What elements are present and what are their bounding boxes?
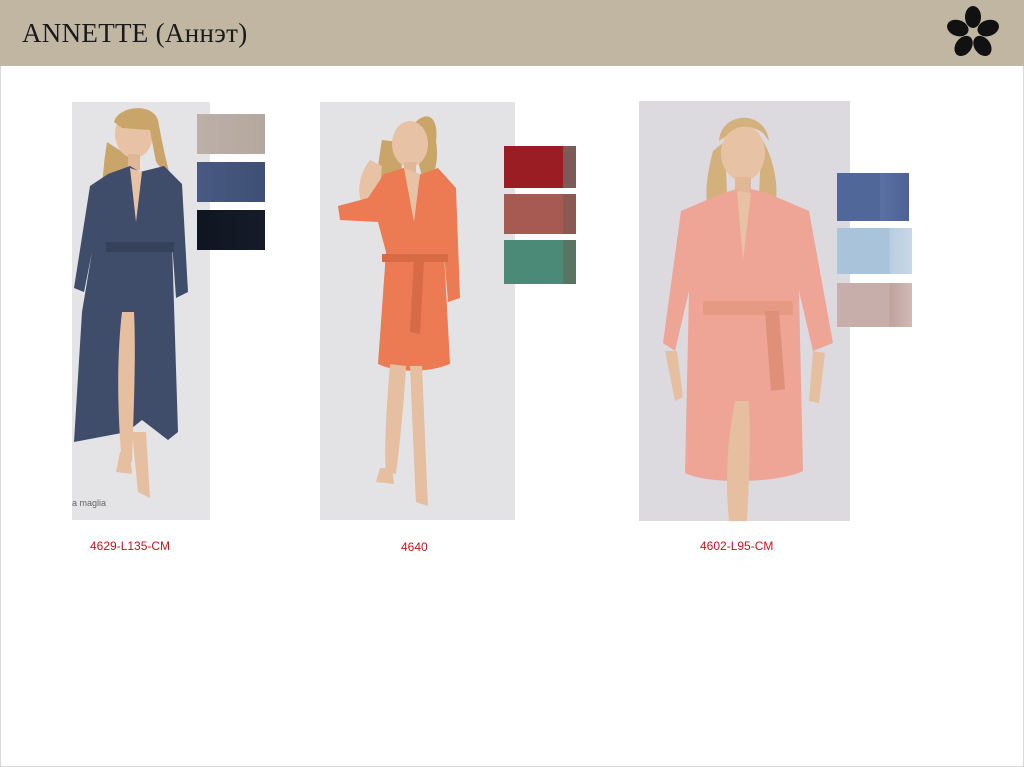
product-code: 4602-L95-CM [700,539,774,553]
fabric-swatch [504,194,576,234]
header-bar: ANNETTE (Аннэт) [0,0,1024,66]
fabric-swatch [837,283,912,327]
product-photo-robe-pink [639,101,850,521]
product-photo-robe-navy [72,102,210,520]
product-photo-robe-coral [320,102,515,520]
fabric-swatch [197,210,265,250]
fabric-swatch [837,228,912,274]
flower-logo-icon [947,6,999,57]
model-illustration [72,102,210,520]
model-illustration [639,101,850,521]
product-code: 4640 [401,540,428,554]
page-title: ANNETTE (Аннэт) [22,18,248,48]
fabric-swatch [197,114,265,154]
photo-caption: a maglia [72,498,107,508]
fabric-swatch [197,162,265,202]
fabric-swatch [504,240,576,284]
fabric-swatch [504,146,576,188]
product-code: 4629-L135-CM [90,539,171,553]
model-illustration [320,102,515,520]
fabric-swatch [837,173,909,221]
